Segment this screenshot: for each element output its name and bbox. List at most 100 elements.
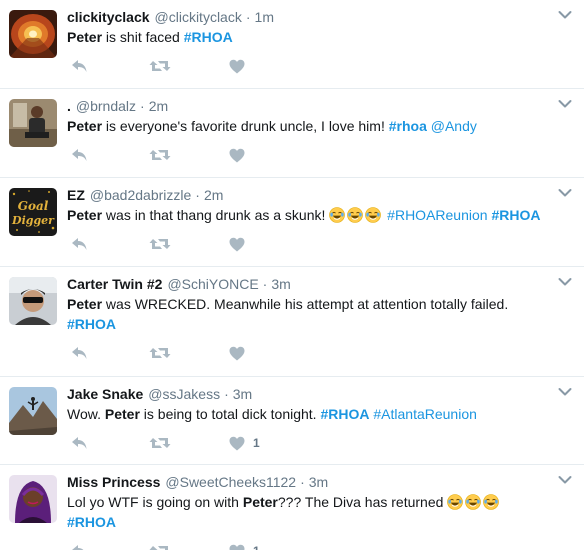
retweet-button[interactable] bbox=[149, 345, 229, 361]
username[interactable]: @clickityclack bbox=[155, 8, 242, 26]
avatar[interactable] bbox=[9, 99, 57, 147]
timestamp[interactable]: 2m bbox=[204, 186, 223, 204]
heart-icon bbox=[229, 59, 245, 74]
display-name[interactable]: Carter Twin #2 bbox=[67, 275, 162, 293]
like-button[interactable]: 1 bbox=[229, 436, 309, 451]
tweet[interactable]: . @brndalz · 2m Peter is everyone's favo… bbox=[0, 89, 584, 178]
username[interactable]: @bad2dabrizzle bbox=[90, 186, 191, 204]
mention-link[interactable]: @Andy bbox=[431, 118, 477, 134]
hashtag-link[interactable]: #RHOA bbox=[67, 316, 116, 332]
tweet[interactable]: clickityclack @clickityclack · 1m Peter … bbox=[0, 0, 584, 89]
tweet[interactable]: Jake Snake @ssJakess · 3m Wow. Peter is … bbox=[0, 377, 584, 465]
tweet-text-segment: was WRECKED. Meanwhile his attempt at at… bbox=[102, 296, 509, 312]
laughing-tears-emoji-icon bbox=[447, 494, 464, 510]
retweet-button[interactable] bbox=[149, 236, 229, 252]
hashtag-link[interactable]: #RHOA bbox=[320, 406, 369, 422]
reply-icon bbox=[70, 345, 88, 361]
avatar[interactable] bbox=[9, 277, 57, 325]
like-button[interactable] bbox=[229, 237, 309, 252]
retweet-button[interactable] bbox=[149, 435, 229, 451]
heart-icon bbox=[229, 148, 245, 163]
retweet-icon bbox=[149, 58, 171, 74]
heart-icon bbox=[229, 544, 245, 550]
tweet-actions: 1 bbox=[67, 424, 574, 462]
retweet-button[interactable] bbox=[149, 147, 229, 163]
retweet-icon bbox=[149, 345, 171, 361]
retweet-button[interactable] bbox=[149, 58, 229, 74]
hashtag-link[interactable]: #rhoa bbox=[389, 118, 427, 134]
reply-icon bbox=[70, 147, 88, 163]
chevron-down-icon[interactable] bbox=[558, 99, 572, 109]
chevron-down-icon[interactable] bbox=[558, 10, 572, 20]
like-count: 1 bbox=[253, 544, 260, 550]
display-name[interactable]: Jake Snake bbox=[67, 385, 143, 403]
like-count: 1 bbox=[253, 436, 260, 450]
retweet-button[interactable] bbox=[149, 543, 229, 550]
highlighted-keyword: Peter bbox=[104, 406, 140, 422]
highlighted-keyword: Peter bbox=[67, 207, 103, 223]
svg-text:Goal: Goal bbox=[18, 199, 49, 213]
timestamp[interactable]: 2m bbox=[149, 97, 168, 115]
hashtag-link[interactable]: #AtlantaReunion bbox=[373, 406, 477, 422]
laughing-tears-emoji-icon bbox=[347, 207, 364, 223]
tweet[interactable]: Carter Twin #2 @SchiYONCE · 3m Peter was… bbox=[0, 267, 584, 377]
hashtag-link[interactable]: #RHOA bbox=[491, 207, 540, 223]
reply-button[interactable] bbox=[67, 543, 149, 550]
chevron-down-icon[interactable] bbox=[558, 387, 572, 397]
display-name[interactable]: Miss Princess bbox=[67, 473, 160, 491]
separator-dot: · bbox=[245, 9, 251, 25]
like-button[interactable] bbox=[229, 346, 309, 361]
timestamp[interactable]: 1m bbox=[255, 8, 274, 26]
laughing-tears-emoji-icon bbox=[365, 207, 382, 223]
chevron-down-icon[interactable] bbox=[558, 277, 572, 287]
like-button[interactable]: 1 bbox=[229, 544, 309, 550]
reply-icon bbox=[70, 543, 88, 550]
chevron-down-icon[interactable] bbox=[558, 188, 572, 198]
retweet-icon bbox=[149, 147, 171, 163]
highlighted-keyword: Peter bbox=[242, 494, 278, 510]
retweet-icon bbox=[149, 435, 171, 451]
timestamp[interactable]: 3m bbox=[271, 275, 290, 293]
timestamp[interactable]: 3m bbox=[309, 473, 328, 491]
tweet[interactable]: Goal Digger EZ @bad2dabrizzle · 2m Peter … bbox=[0, 178, 584, 267]
hashtag-link[interactable]: #RHOA bbox=[67, 514, 116, 530]
highlighted-keyword: Peter bbox=[67, 118, 103, 134]
reply-button[interactable] bbox=[67, 435, 149, 451]
display-name[interactable]: . bbox=[67, 97, 71, 115]
like-button[interactable] bbox=[229, 148, 309, 163]
like-button[interactable] bbox=[229, 59, 309, 74]
tweet-actions: 1 bbox=[67, 532, 574, 550]
avatar[interactable] bbox=[9, 475, 57, 523]
avatar[interactable] bbox=[9, 387, 57, 435]
timestamp[interactable]: 3m bbox=[233, 385, 252, 403]
username[interactable]: @SchiYONCE bbox=[167, 275, 258, 293]
heart-icon bbox=[229, 237, 245, 252]
username[interactable]: @SweetCheeks1122 bbox=[165, 473, 296, 491]
tweet[interactable]: Miss Princess @SweetCheeks1122 · 3m Lol … bbox=[0, 465, 584, 550]
hashtag-link[interactable]: #RHOA bbox=[184, 29, 233, 45]
reply-icon bbox=[70, 236, 88, 252]
tweet-text-segment: was in that thang drunk as a skunk! bbox=[102, 207, 330, 223]
display-name[interactable]: clickityclack bbox=[67, 8, 150, 26]
chevron-down-icon[interactable] bbox=[558, 475, 572, 485]
tweet-actions bbox=[67, 136, 574, 174]
tweet-text-segment: Lol yo WTF is going on with bbox=[67, 494, 243, 510]
tweet-text: Lol yo WTF is going on with Peter??? The… bbox=[67, 492, 574, 532]
reply-button[interactable] bbox=[67, 58, 149, 74]
tweet-text: Peter is shit faced #RHOA bbox=[67, 27, 574, 47]
username[interactable]: @brndalz bbox=[76, 97, 136, 115]
username[interactable]: @ssJakess bbox=[148, 385, 220, 403]
tweet-text-segment: is everyone's favorite drunk uncle, I lo… bbox=[102, 118, 389, 134]
retweet-icon bbox=[149, 543, 171, 550]
avatar[interactable]: Goal Digger bbox=[9, 188, 57, 236]
tweet-actions bbox=[67, 47, 574, 85]
avatar[interactable] bbox=[9, 10, 57, 58]
display-name[interactable]: EZ bbox=[67, 186, 85, 204]
heart-icon bbox=[229, 436, 245, 451]
tweet-text-segment: Wow. bbox=[67, 406, 105, 422]
reply-button[interactable] bbox=[67, 147, 149, 163]
reply-button[interactable] bbox=[67, 236, 149, 252]
reply-button[interactable] bbox=[67, 345, 149, 361]
tweet-text-segment: is shit faced bbox=[102, 29, 184, 45]
hashtag-link[interactable]: #RHOAReunion bbox=[387, 207, 487, 223]
